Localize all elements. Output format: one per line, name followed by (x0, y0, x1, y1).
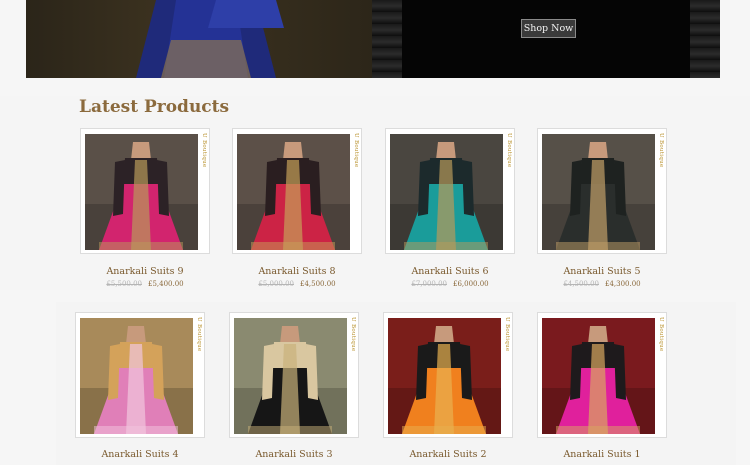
hero-frame-left (372, 0, 402, 78)
product-name[interactable]: Anarkali Suits 4 (75, 449, 205, 460)
product-image[interactable] (542, 318, 655, 434)
product-price: £7,000.00 £6,000.00 (385, 280, 515, 288)
brand-tag: U Boutique (658, 317, 664, 352)
product-price: £5,000.00 £4,500.00 (232, 280, 362, 288)
product-image[interactable] (542, 134, 655, 250)
product-name[interactable]: Anarkali Suits 9 (80, 266, 210, 277)
brand-tag: U Boutique (658, 133, 664, 168)
old-price: £4,500.00 (563, 280, 599, 288)
product-name[interactable]: Anarkali Suits 8 (232, 266, 362, 277)
new-price: £4,500.00 (300, 280, 336, 288)
product-name[interactable]: Anarkali Suits 5 (537, 266, 667, 277)
brand-tag: U Boutique (350, 317, 356, 352)
product-name[interactable]: Anarkali Suits 2 (383, 449, 513, 460)
product-card[interactable]: U Boutique (383, 312, 513, 438)
brand-tag: U Boutique (201, 133, 207, 168)
brand-tag: U Boutique (353, 133, 359, 168)
old-price: £5,500.00 (106, 280, 142, 288)
product-price: £4,500.00 £4,300.00 (537, 280, 667, 288)
old-price: £5,000.00 (258, 280, 294, 288)
product-card[interactable]: U Boutique (229, 312, 359, 438)
brand-tag: U Boutique (506, 133, 512, 168)
new-price: £5,400.00 (148, 280, 184, 288)
hero-frame-right (690, 0, 720, 78)
shop-now-button[interactable]: Shop Now (521, 19, 576, 38)
product-image[interactable] (390, 134, 503, 250)
product-card[interactable]: U Boutique (537, 312, 667, 438)
product-card[interactable]: U Boutique (75, 312, 205, 438)
new-price: £6,000.00 (453, 280, 489, 288)
product-name[interactable]: Anarkali Suits 6 (385, 266, 515, 277)
hero-dress-image-2 (208, 0, 284, 28)
old-price: £7,000.00 (411, 280, 447, 288)
product-image[interactable] (234, 318, 347, 434)
product-card[interactable]: U Boutique (80, 128, 210, 254)
product-card[interactable]: U Boutique (537, 128, 667, 254)
hero-banner: Shop Now (26, 0, 720, 78)
product-name[interactable]: Anarkali Suits 3 (229, 449, 359, 460)
product-price: £5,500.00 £5,400.00 (80, 280, 210, 288)
product-name[interactable]: Anarkali Suits 1 (537, 449, 667, 460)
product-image[interactable] (237, 134, 350, 250)
section-title: Latest Products (79, 97, 230, 117)
brand-tag: U Boutique (504, 317, 510, 352)
product-card[interactable]: U Boutique (385, 128, 515, 254)
product-card[interactable]: U Boutique (232, 128, 362, 254)
product-image[interactable] (85, 134, 198, 250)
brand-tag: U Boutique (196, 317, 202, 352)
product-image[interactable] (388, 318, 501, 434)
product-image[interactable] (80, 318, 193, 434)
new-price: £4,300.00 (605, 280, 641, 288)
